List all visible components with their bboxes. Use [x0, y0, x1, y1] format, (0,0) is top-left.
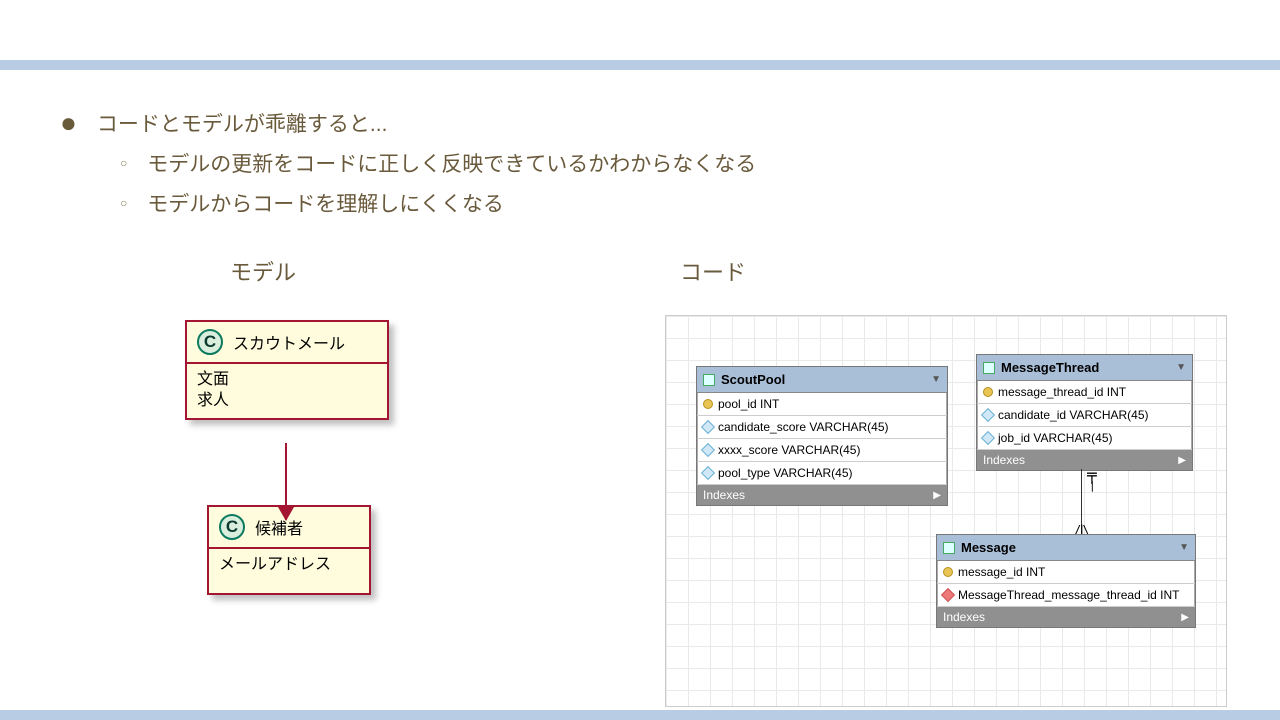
table-name: MessageThread: [1001, 360, 1099, 375]
divider-bottom: [0, 710, 1280, 720]
uml-field: 文面: [197, 370, 377, 391]
key-icon: [983, 387, 993, 397]
chevron-right-icon: ▶: [1178, 455, 1186, 466]
column-icon: [701, 466, 715, 480]
uml-association-arrow: [285, 443, 287, 520]
table-message: Message ▼ message_id INT MessageThread_me…: [936, 534, 1196, 628]
key-icon: [943, 567, 953, 577]
indexes-label: Indexes: [943, 610, 985, 624]
slide-content: ● コードとモデルが乖離すると... ○ モデルの更新をコードに正しく反映できている…: [0, 80, 1280, 225]
key-icon: [703, 399, 713, 409]
table-messagethread: MessageThread ▼ message_thread_id INT can…: [976, 354, 1193, 471]
bullet-circle: ○: [120, 185, 127, 225]
column: pool_type VARCHAR(45): [718, 466, 853, 480]
chevron-right-icon: ▶: [1181, 612, 1189, 623]
column-icon: [701, 443, 715, 457]
db-schema-canvas: ScoutPool ▼ pool_id INT candidate_score V…: [665, 315, 1227, 707]
bullet-circle: ○: [120, 145, 127, 185]
table-name: ScoutPool: [721, 372, 785, 387]
table-icon: [703, 374, 715, 386]
column: message_id INT: [958, 565, 1045, 579]
uml-field: メールアドレス: [219, 555, 359, 576]
chevron-down-icon: ▼: [931, 374, 941, 385]
table-name: Message: [961, 540, 1016, 555]
divider-top: [0, 60, 1280, 70]
column: message_thread_id INT: [998, 385, 1126, 399]
uml-title-scout: スカウトメール: [233, 330, 345, 354]
cardinality-bar: |: [1089, 479, 1096, 492]
relation-line: ╤ | /|\: [1081, 469, 1083, 535]
column: MessageThread_message_thread_id INT: [958, 588, 1179, 602]
table-icon: [943, 542, 955, 554]
column-icon: [981, 408, 995, 422]
bullet-dot: ●: [60, 105, 77, 145]
class-icon: C: [219, 514, 245, 540]
bullet-sub1: モデルの更新をコードに正しく反映できているかわからなくなる: [147, 145, 756, 185]
table-scoutpool: ScoutPool ▼ pool_id INT candidate_score V…: [696, 366, 948, 506]
column: job_id VARCHAR(45): [998, 431, 1113, 445]
chevron-right-icon: ▶: [933, 490, 941, 501]
fk-icon: [941, 588, 955, 602]
chevron-down-icon: ▼: [1176, 362, 1186, 373]
uml-class-scoutmail: C スカウトメール 文面 求人: [185, 320, 389, 420]
uml-diagram: C スカウトメール 文面 求人 C 候補者 メールアドレス: [185, 320, 389, 595]
column: xxxx_score VARCHAR(45): [718, 443, 860, 457]
uml-field: 求人: [197, 391, 377, 412]
label-model: モデル: [230, 255, 296, 287]
indexes-label: Indexes: [703, 488, 745, 502]
bullet-main: コードとモデルが乖離すると...: [97, 105, 388, 145]
table-icon: [983, 362, 995, 374]
column-icon: [701, 420, 715, 434]
label-code: コード: [680, 255, 746, 287]
chevron-down-icon: ▼: [1179, 542, 1189, 553]
class-icon: C: [197, 329, 223, 355]
column: candidate_score VARCHAR(45): [718, 420, 889, 434]
column: pool_id INT: [718, 397, 779, 411]
column: candidate_id VARCHAR(45): [998, 408, 1149, 422]
indexes-label: Indexes: [983, 453, 1025, 467]
bullet-list: ● コードとモデルが乖離すると... ○ モデルの更新をコードに正しく反映できている…: [0, 80, 1280, 225]
column-icon: [981, 431, 995, 445]
bullet-sub2: モデルからコードを理解しにくくなる: [147, 185, 504, 225]
